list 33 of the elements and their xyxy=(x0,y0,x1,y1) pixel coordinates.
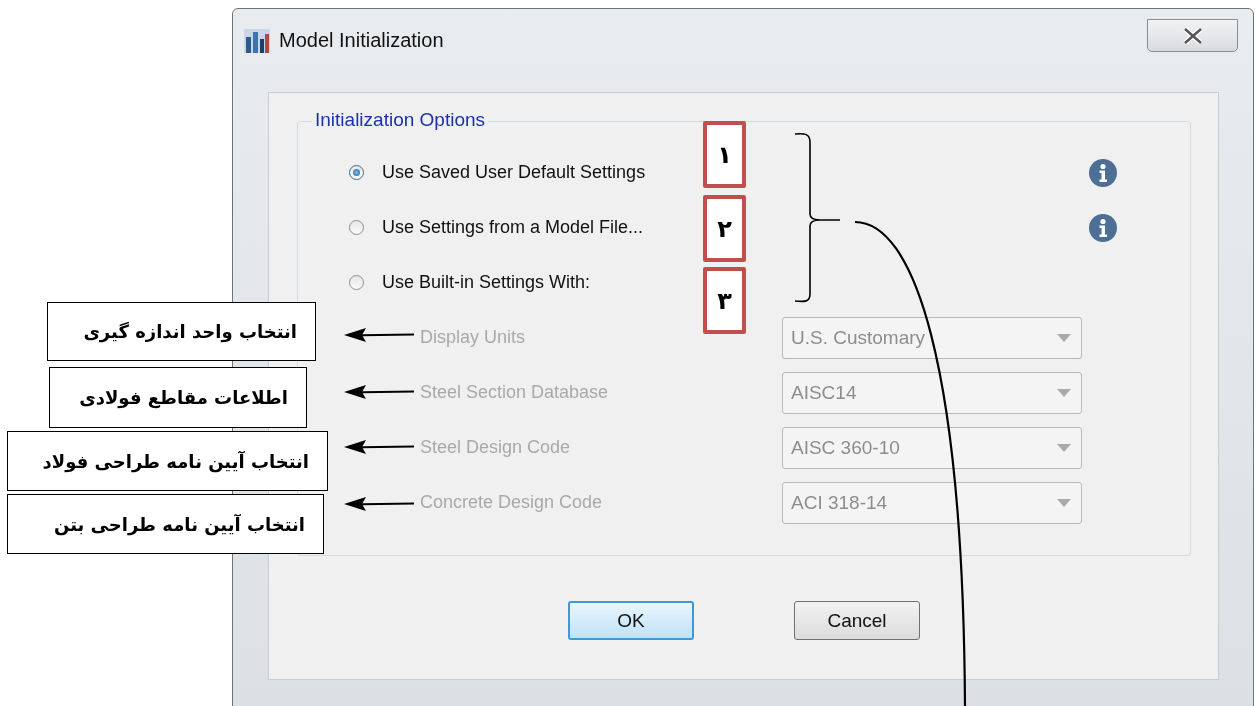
setting-label: Steel Section Database xyxy=(420,382,610,403)
caret-icon xyxy=(1057,333,1071,342)
leader-arrow xyxy=(344,327,414,343)
option-label: Use Saved User Default Settings xyxy=(382,162,646,183)
leader-arrow xyxy=(344,384,414,400)
callout-note: انتخاب واحد اندازه گیری xyxy=(47,302,316,361)
radio-button[interactable] xyxy=(349,275,364,290)
caret-icon xyxy=(1057,443,1071,452)
setting-label: Steel Design Code xyxy=(420,437,572,458)
radio-button[interactable] xyxy=(349,165,364,180)
caret-icon xyxy=(1057,498,1071,507)
info-icon[interactable] xyxy=(1088,157,1118,188)
window-title: Model Initialization xyxy=(279,29,444,52)
leader-arrow xyxy=(344,439,414,455)
buildings-icon xyxy=(244,29,270,53)
option-label: Use Settings from a Model File... xyxy=(382,217,644,238)
leader-arrow xyxy=(344,496,414,512)
callout-note: انتخاب آیین نامه طراحی بتن xyxy=(7,494,324,554)
close-button[interactable] xyxy=(1147,19,1238,52)
option-label: Use Built-in Settings With: xyxy=(382,272,591,293)
info-icon[interactable] xyxy=(1088,212,1118,243)
dialog-button[interactable]: Cancel xyxy=(794,601,920,640)
setting-label: Display Units xyxy=(420,327,527,348)
number-label: ۲ xyxy=(703,195,746,262)
number-label: ۱ xyxy=(703,121,746,188)
setting-label: Concrete Design Code xyxy=(420,492,604,513)
number-label: ۳ xyxy=(703,267,746,334)
callout-note: اطلاعات مقاطع فولادی xyxy=(49,367,307,428)
dialog-button[interactable]: OK xyxy=(568,601,694,640)
radio-button[interactable] xyxy=(349,220,364,235)
caret-icon xyxy=(1057,388,1071,397)
callout-note: انتخاب آیین نامه طراحی فولاد xyxy=(7,431,328,491)
close-icon xyxy=(1181,27,1204,44)
